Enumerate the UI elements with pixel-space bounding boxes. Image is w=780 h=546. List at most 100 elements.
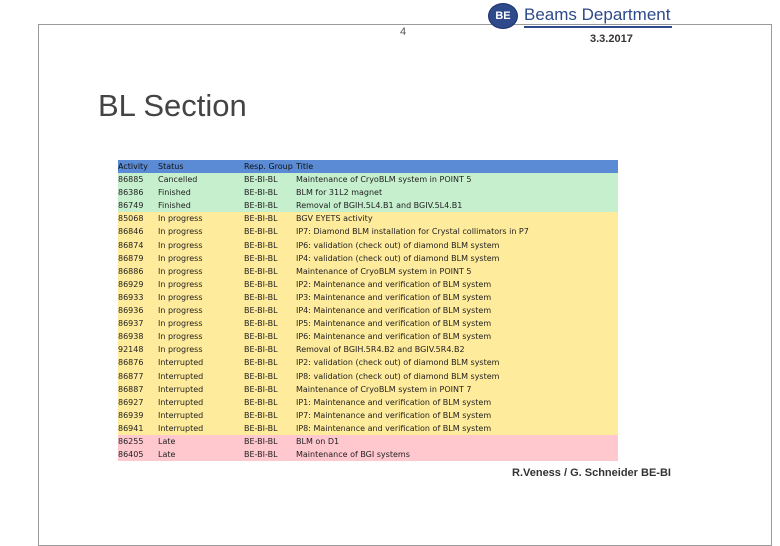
page-number: 4 (400, 26, 407, 38)
table-row: 86386 Finished BE-BI-BL BLM for 31L2 magnet (118, 186, 618, 200)
cell-resp-group: BE-BI-BL (244, 253, 278, 263)
column-header-title: Title (296, 162, 314, 171)
cell-activity: 86937 (118, 319, 144, 329)
column-header-status: Status (158, 162, 184, 171)
cell-resp-group: BE-BI-BL (244, 201, 278, 211)
cell-activity: 86885 (118, 175, 144, 185)
cell-title: BGV EYETS activity (296, 214, 373, 224)
cell-status: In progress (158, 214, 203, 224)
cell-title: IP8: validation (check out) of diamond B… (296, 371, 500, 381)
cell-resp-group: BE-BI-BL (244, 292, 278, 302)
table-row: 92148 In progress BE-BI-BL Removal of BGIH.… (118, 343, 618, 357)
section-title: BL Section (98, 88, 247, 123)
table-row: 86887 Interrupted BE-BI-BL Maintenance of C… (118, 382, 618, 396)
cell-status: In progress (158, 345, 203, 355)
cell-activity: 86749 (118, 201, 144, 211)
cell-resp-group: BE-BI-BL (244, 214, 278, 224)
cell-activity: 86879 (118, 253, 144, 263)
table-row: 86941 Interrupted BE-BI-BL IP8: Maintenance… (118, 421, 618, 435)
cell-resp-group: BE-BI-BL (244, 279, 278, 289)
cell-resp-group: BE-BI-BL (244, 358, 278, 368)
table-row: 86405 Late BE-BI-BL Maintenance of BGI syst… (118, 448, 618, 462)
cell-status: Cancelled (158, 175, 198, 185)
cell-resp-group: BE-BI-BL (244, 371, 278, 381)
table-row: 86929 In progress BE-BI-BL IP2: Maintenance… (118, 277, 618, 291)
cell-status: In progress (158, 266, 203, 276)
cell-resp-group: BE-BI-BL (244, 240, 278, 250)
cell-activity: 86936 (118, 306, 144, 316)
cell-status: Finished (158, 188, 191, 198)
cell-title: IP4: Maintenance and verification of BLM… (296, 306, 492, 316)
cell-activity: 86887 (118, 384, 144, 394)
table-row: 86939 Interrupted BE-BI-BL IP7: Maintenance… (118, 408, 618, 422)
cell-status: In progress (158, 319, 203, 329)
table-row: 86936 In progress BE-BI-BL IP4: Maintenance… (118, 304, 618, 318)
cell-title: Maintenance of CryoBLM system in POINT 5 (296, 175, 472, 185)
table-row: 86938 In progress BE-BI-BL IP6: Maintenance… (118, 330, 618, 344)
cell-resp-group: BE-BI-BL (244, 345, 278, 355)
table-row: 86876 Interrupted BE-BI-BL IP2: validation … (118, 356, 618, 370)
logo-text: Beams Department (524, 4, 673, 28)
cell-resp-group: BE-BI-BL (244, 384, 278, 394)
cell-resp-group: BE-BI-BL (244, 332, 278, 342)
cell-title: Maintenance of BGI systems (296, 450, 410, 460)
cell-resp-group: BE-BI-BL (244, 423, 278, 433)
cell-status: In progress (158, 279, 203, 289)
cell-resp-group: BE-BI-BL (244, 436, 278, 446)
cell-title: Removal of BGIH.5L4.B1 and BGIV.5L4.B1 (296, 201, 463, 211)
cell-resp-group: BE-BI-BL (244, 319, 278, 329)
cell-status: Late (158, 450, 176, 460)
cell-title: IP6: validation (check out) of diamond B… (296, 240, 500, 250)
cell-title: Maintenance of CryoBLM system in POINT 7 (296, 384, 472, 394)
beams-department-logo: BE Beams Department (488, 1, 676, 30)
cell-status: In progress (158, 306, 203, 316)
cell-status: Interrupted (158, 410, 204, 420)
cell-activity: 86941 (118, 423, 144, 433)
cell-status: In progress (158, 253, 203, 263)
cell-activity: 86846 (118, 227, 144, 237)
table-row: 86874 In progress BE-BI-BL IP6: validation … (118, 238, 618, 252)
table-row: 86749 Finished BE-BI-BL Removal of BGIH.5L4… (118, 199, 618, 213)
cell-activity: 86886 (118, 266, 144, 276)
column-header-activity: Activity (118, 162, 148, 171)
cell-resp-group: BE-BI-BL (244, 397, 278, 407)
table-row: 86879 In progress BE-BI-BL IP4: validation … (118, 251, 618, 265)
cell-status: In progress (158, 292, 203, 302)
cell-activity: 86929 (118, 279, 144, 289)
cell-activity: 86405 (118, 450, 144, 460)
logo-badge: BE (488, 2, 518, 29)
cell-title: BLM for 31L2 magnet (296, 188, 383, 198)
cell-title: IP4: validation (check out) of diamond B… (296, 253, 500, 263)
cell-activity: 85068 (118, 214, 144, 224)
cell-resp-group: BE-BI-BL (244, 306, 278, 316)
cell-title: Maintenance of CryoBLM system in POINT 5 (296, 266, 472, 276)
cell-title: IP6: Maintenance and verification of BLM… (296, 332, 492, 342)
cell-status: In progress (158, 332, 203, 342)
cell-activity: 86877 (118, 371, 144, 381)
table-row: 86933 In progress BE-BI-BL IP3: Maintenance… (118, 290, 618, 305)
table-row: 85068 In progress BE-BI-BL BGV EYETS activi… (118, 212, 618, 226)
cell-activity: 86933 (118, 292, 144, 302)
table-row: 86886 In progress BE-BI-BL Maintenance of C… (118, 264, 618, 278)
table-row: 86877 Interrupted BE-BI-BL IP8: validation … (118, 369, 618, 383)
slide-date: 3.3.2017 (590, 33, 633, 45)
cell-activity: 92148 (118, 345, 144, 355)
cell-title: BLM on D1 (296, 436, 340, 446)
cell-title: IP8: Maintenance and verification of BLM… (296, 423, 492, 433)
cell-status: Late (158, 436, 176, 446)
cell-resp-group: BE-BI-BL (244, 266, 278, 276)
cell-title: IP5: Maintenance and verification of BLM… (296, 319, 492, 329)
cell-resp-group: BE-BI-BL (244, 175, 278, 185)
cell-status: Finished (158, 201, 191, 211)
cell-activity: 86927 (118, 397, 144, 407)
cell-title: IP7: Maintenance and verification of BLM… (296, 410, 492, 420)
cell-title: IP3: Maintenance and verification of BLM… (296, 292, 492, 302)
cell-activity: 86874 (118, 240, 144, 250)
activity-table: Activity Status Resp. Group Title 86885 C… (118, 160, 618, 462)
cell-activity: 86876 (118, 358, 144, 368)
cell-resp-group: BE-BI-BL (244, 227, 278, 237)
table-row: 86846 In progress BE-BI-BL IP7: Diamond BLM… (118, 225, 618, 239)
table-row: 86927 Interrupted BE-BI-BL IP1: Maintenance… (118, 395, 618, 409)
cell-title: IP2: Maintenance and verification of BLM… (296, 279, 492, 289)
cell-activity: 86255 (118, 436, 144, 446)
